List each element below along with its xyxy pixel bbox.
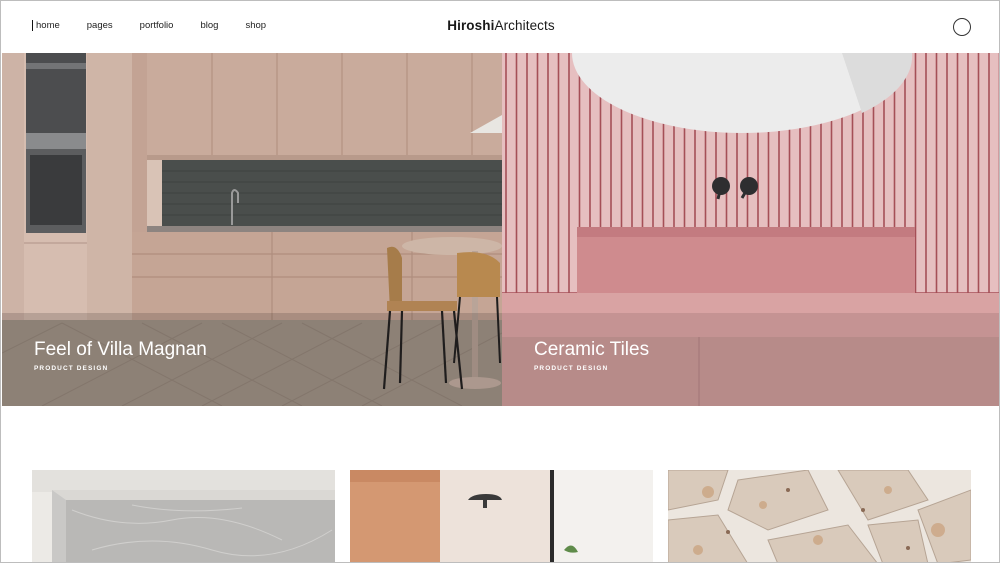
hero-card-ceramic-tiles[interactable]: Ceramic Tiles PRODUCT DESIGN — [502, 53, 999, 406]
orange-wall-image — [350, 470, 653, 562]
hero-card-villa-magnan[interactable]: Feel of Villa Magnan PRODUCT DESIGN — [2, 53, 502, 406]
grey-marble-image — [32, 470, 335, 562]
portfolio-card-terrazzo[interactable] — [668, 470, 971, 562]
portfolio-card-marble-wall[interactable] — [32, 470, 335, 562]
hero-title[interactable]: Ceramic Tiles — [534, 339, 649, 361]
page-frame: home pages portfolio blog shop HiroshiAr… — [0, 0, 1000, 563]
hero-title[interactable]: Feel of Villa Magnan — [34, 339, 207, 361]
logo-regular-text: Architects — [494, 18, 555, 33]
site-header: home pages portfolio blog shop HiroshiAr… — [1, 1, 999, 53]
portfolio-card-orange-wall[interactable] — [350, 470, 653, 562]
site-logo[interactable]: HiroshiArchitects — [1, 18, 999, 33]
hero-category: PRODUCT DESIGN — [34, 365, 109, 372]
user-circle-icon[interactable] — [953, 18, 971, 36]
terrazzo-image — [668, 470, 971, 562]
logo-bold-text: Hiroshi — [447, 18, 495, 33]
hero-category: PRODUCT DESIGN — [534, 365, 609, 372]
